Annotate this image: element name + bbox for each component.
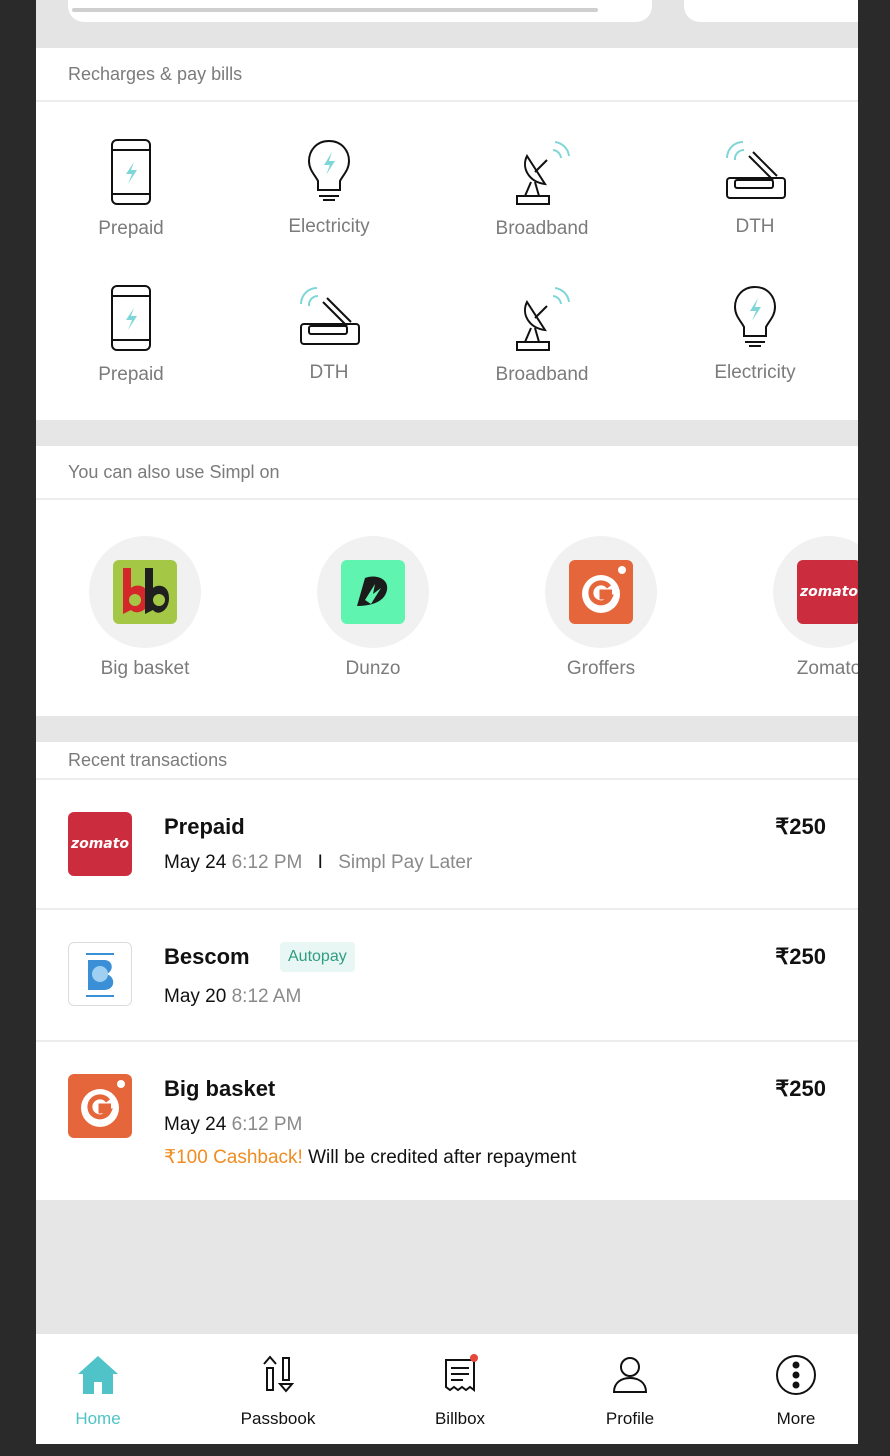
cashback-text: Will be credited after repayment <box>302 1147 577 1168</box>
cashback-note: ₹100 Cashback! Will be credited after re… <box>164 1146 576 1169</box>
broadband-dish-icon <box>511 138 573 206</box>
merchant-zomato[interactable]: zomato Zomato <box>749 536 858 680</box>
zomato-logo-text: zomato <box>70 836 130 852</box>
transaction-time: 6:12 PM <box>231 852 303 873</box>
bill-item-electricity[interactable]: Electricity <box>234 138 424 238</box>
top-card-next[interactable] <box>684 0 858 22</box>
transaction-date: May 24 <box>164 852 227 873</box>
grofers-logo <box>68 1074 132 1138</box>
bill-item-electricity[interactable]: Electricity <box>660 284 850 384</box>
transaction-title: Big basket <box>164 1076 276 1101</box>
notification-dot <box>470 1354 478 1362</box>
bill-label: Prepaid <box>98 364 164 385</box>
recharges-section: Recharges & pay bills Prepaid Electricit… <box>36 48 858 420</box>
nav-label: Profile <box>605 1409 655 1428</box>
zomato-logo: zomato <box>797 560 858 624</box>
nav-label: More <box>776 1409 816 1428</box>
transaction-meta: May 24 6:12 PM <box>164 1114 302 1136</box>
dth-router-icon <box>297 284 361 350</box>
transaction-time: 8:12 AM <box>231 986 302 1007</box>
top-banner-strip <box>36 0 858 48</box>
transaction-date: May 24 <box>164 1114 227 1135</box>
bill-item-broadband[interactable]: Broadband <box>447 138 637 240</box>
card-progress-bar <box>72 8 598 12</box>
merchant-label: Zomato <box>796 658 858 679</box>
autopay-badge: Autopay <box>280 942 355 972</box>
transaction-meta: May 24 6:12 PM I Simpl Pay Later <box>164 852 472 874</box>
recent-transactions-section: Recent transactions zomato Prepaid ₹250 … <box>36 742 858 1200</box>
nav-billbox[interactable]: Billbox <box>400 1354 520 1429</box>
prepaid-phone-icon <box>109 284 153 352</box>
nav-label: Passbook <box>240 1409 316 1428</box>
nav-label: Billbox <box>434 1409 486 1428</box>
merchants-section: You can also use Simpl on Big basket Dun… <box>36 446 858 716</box>
merchant-logo-circle <box>317 536 429 648</box>
transaction-amount: ₹250 <box>775 814 826 839</box>
bill-item-prepaid[interactable]: Prepaid <box>36 284 226 386</box>
bill-label: Electricity <box>714 362 796 383</box>
nav-passbook[interactable]: Passbook <box>218 1354 338 1429</box>
merchant-label: Groffers <box>566 658 636 679</box>
dunzo-logo <box>341 560 405 624</box>
bill-grid: Prepaid Electricity Broadband DTH Prepai… <box>36 102 858 420</box>
section-title: You can also use Simpl on <box>36 446 858 500</box>
bill-item-broadband[interactable]: Broadband <box>447 284 637 386</box>
meta-separator: I <box>317 852 323 873</box>
section-title: Recharges & pay bills <box>36 48 858 102</box>
bill-label: Prepaid <box>98 218 164 239</box>
grofers-logo <box>569 560 633 624</box>
bigbasket-logo <box>113 560 177 624</box>
merchant-logo-circle <box>89 536 201 648</box>
transaction-title: Bescom <box>164 944 250 969</box>
bill-label: Broadband <box>495 364 589 385</box>
transaction-amount: ₹250 <box>775 1076 826 1101</box>
prepaid-phone-icon <box>109 138 153 206</box>
more-dots-icon <box>774 1354 818 1401</box>
nav-home[interactable]: Home <box>38 1354 158 1429</box>
merchant-grofers[interactable]: Groffers <box>521 536 681 680</box>
merchant-dunzo[interactable]: Dunzo <box>293 536 453 680</box>
bill-item-prepaid[interactable]: Prepaid <box>36 138 226 240</box>
bill-label: DTH <box>309 362 349 383</box>
zomato-logo: zomato <box>68 812 132 876</box>
transaction-meta: May 20 8:12 AM <box>164 986 301 1008</box>
nav-more[interactable]: More <box>736 1354 856 1429</box>
app-screen: Recharges & pay bills Prepaid Electricit… <box>36 0 858 1444</box>
zomato-logo-text: zomato <box>799 584 858 600</box>
electricity-bulb-icon <box>305 138 353 204</box>
transaction-row[interactable]: Big basket ₹250 May 24 6:12 PM ₹100 Cash… <box>36 1042 858 1200</box>
merchant-label: Big basket <box>100 658 190 679</box>
bill-label: Broadband <box>495 218 589 239</box>
cashback-highlight: ₹100 Cashback! <box>164 1147 303 1168</box>
transaction-time: 6:12 PM <box>231 1114 303 1135</box>
transaction-amount: ₹250 <box>775 944 826 969</box>
electricity-bulb-icon <box>731 284 779 350</box>
transaction-title: Prepaid <box>164 814 245 839</box>
passbook-arrows-icon <box>256 1354 300 1401</box>
top-card[interactable] <box>68 0 652 22</box>
merchant-logo-circle: zomato <box>773 536 858 648</box>
payment-method: Simpl Pay Later <box>338 852 473 873</box>
bill-label: DTH <box>735 216 775 237</box>
merchant-logo-circle <box>545 536 657 648</box>
dth-router-icon <box>723 138 787 204</box>
transaction-row[interactable]: Bescom Autopay ₹250 May 20 8:12 AM <box>36 910 858 1042</box>
merchant-label: Dunzo <box>345 658 401 679</box>
section-title: Recent transactions <box>36 742 858 780</box>
home-icon <box>76 1354 120 1401</box>
nav-label: Home <box>75 1409 121 1428</box>
merchant-carousel[interactable]: Big basket Dunzo Groffers zomato Zomato <box>36 500 858 716</box>
billbox-receipt-icon <box>438 1354 482 1401</box>
bottom-navigation: Home Passbook Billbox Profile More <box>36 1334 858 1444</box>
merchant-bigbasket[interactable]: Big basket <box>65 536 225 680</box>
bescom-logo <box>68 942 132 1006</box>
transaction-row[interactable]: zomato Prepaid ₹250 May 24 6:12 PM I Sim… <box>36 780 858 910</box>
transaction-date: May 20 <box>164 986 227 1007</box>
bill-label: Electricity <box>288 216 370 237</box>
bill-item-dth[interactable]: DTH <box>234 284 424 384</box>
bill-item-dth[interactable]: DTH <box>660 138 850 238</box>
broadband-dish-icon <box>511 284 573 352</box>
profile-person-icon <box>608 1354 652 1401</box>
nav-profile[interactable]: Profile <box>570 1354 690 1429</box>
